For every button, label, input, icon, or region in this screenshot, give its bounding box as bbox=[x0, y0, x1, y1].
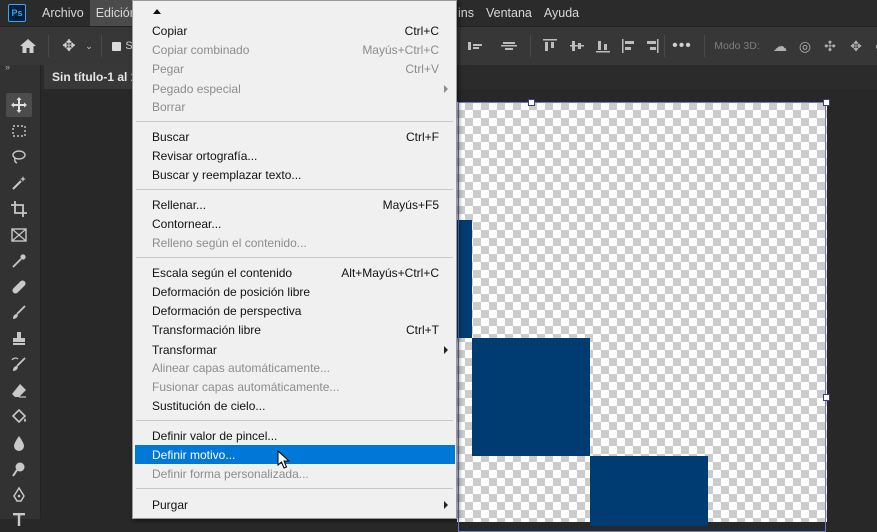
mode-3d-label: Modo 3D: bbox=[714, 40, 760, 52]
blur-tool-icon[interactable] bbox=[6, 431, 32, 455]
distribute-right-icon[interactable] bbox=[643, 27, 661, 65]
menu-item-buscar[interactable]: Buscar Ctrl+F bbox=[135, 127, 455, 146]
menu-separator bbox=[136, 121, 453, 122]
menu-item-rellenar[interactable]: Rellenar... Mayús+F5 bbox=[135, 195, 455, 214]
history-brush-tool-icon[interactable] bbox=[6, 353, 32, 377]
menu-separator bbox=[136, 420, 453, 421]
brush-tool-icon[interactable] bbox=[6, 301, 32, 325]
transform-handle[interactable] bbox=[823, 394, 830, 401]
menu-item-definir-motivo[interactable]: Definir motivo... bbox=[135, 445, 455, 464]
paint-bucket-tool-icon[interactable] bbox=[6, 405, 32, 429]
home-icon[interactable] bbox=[14, 27, 42, 65]
menu-separator bbox=[136, 257, 453, 258]
move-tool-icon[interactable] bbox=[6, 93, 32, 117]
distribute-bottom-icon[interactable] bbox=[594, 27, 612, 65]
menu-item-alinear-capas[interactable]: Alinear capas automáticamente... bbox=[135, 358, 455, 377]
dodge-tool-icon[interactable] bbox=[6, 457, 32, 481]
menu-ventana[interactable]: Ventana bbox=[480, 0, 538, 26]
menu-archivo[interactable]: Archivo bbox=[36, 0, 90, 26]
distribute-top-icon[interactable] bbox=[541, 27, 559, 65]
menu-item-contornear[interactable]: Contornear... bbox=[135, 214, 455, 233]
3d-orbit-icon[interactable]: ☁ bbox=[770, 27, 790, 65]
tools-panel: » bbox=[0, 62, 41, 526]
menu-item-definir-forma[interactable]: Definir forma personalizada... bbox=[135, 464, 455, 483]
menu-item-definir-pincel[interactable]: Definir valor de pincel... bbox=[135, 426, 455, 445]
3d-scale-icon[interactable]: ▪ bbox=[868, 27, 877, 65]
clone-stamp-tool-icon[interactable] bbox=[6, 327, 32, 351]
menu-item-sustitucion-cielo[interactable]: Sustitución de cielo... bbox=[135, 396, 455, 415]
collapse-panel-icon[interactable]: » bbox=[5, 62, 10, 72]
menu-item-borrar[interactable]: Borrar bbox=[135, 97, 455, 116]
menu-item-transformacion-libre[interactable]: Transformación libre Ctrl+T bbox=[135, 320, 455, 339]
transform-bounding-box[interactable] bbox=[458, 102, 826, 532]
3d-pan-icon[interactable]: ✣ bbox=[820, 27, 840, 65]
menu-item-transformar[interactable]: Transformar bbox=[135, 340, 455, 359]
menu-item-pegar[interactable]: Pegar Ctrl+V bbox=[135, 59, 455, 78]
transform-handle[interactable] bbox=[823, 99, 830, 106]
menu-separator bbox=[136, 189, 453, 190]
auto-select-checkbox[interactable] bbox=[109, 27, 123, 65]
submenu-arrow-icon bbox=[444, 501, 448, 509]
align-horizontal-centers-icon[interactable] bbox=[500, 27, 518, 65]
align-bottom-icon[interactable] bbox=[466, 27, 484, 65]
menu-item-deformacion-perspectiva[interactable]: Deformación de perspectiva bbox=[135, 301, 455, 320]
menu-item-revisar-ortografia[interactable]: Revisar ortografía... bbox=[135, 146, 455, 165]
more-options-icon[interactable]: ••• bbox=[671, 27, 693, 65]
frame-tool-icon[interactable] bbox=[6, 223, 32, 247]
photoshop-logo: Ps bbox=[8, 4, 26, 22]
menu-ayuda[interactable]: Ayuda bbox=[538, 0, 585, 26]
marquee-tool-icon[interactable] bbox=[6, 119, 32, 143]
submenu-arrow-icon bbox=[444, 85, 448, 93]
pen-tool-icon[interactable] bbox=[6, 483, 32, 507]
magic-wand-tool-icon[interactable] bbox=[6, 171, 32, 195]
distribute-vertical-centers-icon[interactable] bbox=[568, 27, 586, 65]
distribute-left-icon[interactable] bbox=[620, 27, 638, 65]
crop-tool-icon[interactable] bbox=[6, 197, 32, 221]
move-tool-preset-icon[interactable]: ✥ bbox=[58, 27, 80, 65]
chevron-down-icon[interactable]: ⌄ bbox=[82, 27, 96, 65]
submenu-arrow-icon bbox=[444, 346, 448, 354]
eraser-tool-icon[interactable] bbox=[6, 379, 32, 403]
edit-menu-dropdown: Copiar Ctrl+C Copiar combinado Mayús+Ctrl+… bbox=[132, 0, 457, 519]
type-tool-icon[interactable] bbox=[6, 507, 32, 531]
menu-separator bbox=[136, 488, 453, 489]
menu-item-purgar[interactable]: Purgar bbox=[135, 495, 455, 514]
mouse-cursor-icon bbox=[277, 450, 291, 469]
3d-slide-icon[interactable]: ✥ bbox=[846, 27, 866, 65]
menu-item-deformacion-posicion-libre[interactable]: Deformación de posición libre bbox=[135, 282, 455, 301]
menu-item-copiar-combinado[interactable]: Copiar combinado Mayús+Ctrl+C bbox=[135, 40, 455, 59]
3d-roll-icon[interactable]: ◎ bbox=[795, 27, 815, 65]
healing-brush-tool-icon[interactable] bbox=[6, 275, 32, 299]
menu-item-buscar-reemplazar[interactable]: Buscar y reemplazar texto... bbox=[135, 165, 455, 184]
scroll-up-arrow-icon[interactable] bbox=[153, 9, 161, 14]
menu-item-escala-contenido[interactable]: Escala según el contenido Alt+Mayús+Ctrl+… bbox=[135, 263, 455, 282]
menu-plugins[interactable]: ins bbox=[458, 0, 480, 26]
menu-item-copiar[interactable]: Copiar Ctrl+C bbox=[135, 21, 455, 40]
eyedropper-tool-icon[interactable] bbox=[6, 249, 32, 273]
menu-item-fusionar-capas[interactable]: Fusionar capas automáticamente... bbox=[135, 377, 455, 396]
menu-item-pegado-especial[interactable]: Pegado especial bbox=[135, 79, 455, 98]
transform-handle[interactable] bbox=[528, 99, 535, 106]
menu-item-relleno-contenido[interactable]: Relleno según el contenido... bbox=[135, 233, 455, 252]
lasso-tool-icon[interactable] bbox=[6, 145, 32, 169]
